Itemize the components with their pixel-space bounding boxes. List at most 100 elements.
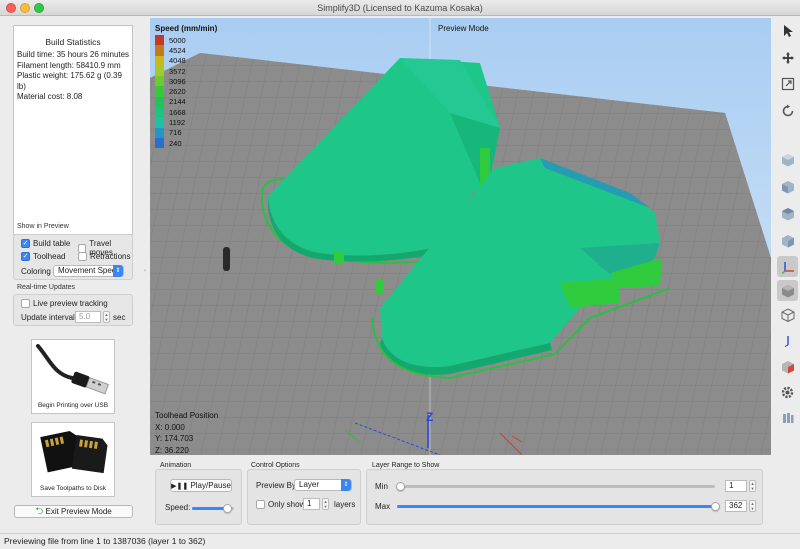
rotate-view-button[interactable]	[777, 100, 798, 121]
usb-cable-icon	[36, 344, 109, 395]
plastic-weight-text: Plastic weight: 175.62 g (0.39 lb)	[17, 71, 122, 91]
cursor-arrow-icon	[783, 24, 793, 37]
only-show-checkbox[interactable]: Only show	[256, 500, 305, 509]
min-layer-stepper[interactable]: ▲ ▼	[749, 480, 756, 492]
build-table-checkbox[interactable]: ✓ Build table	[21, 239, 70, 248]
only-show-layers-stepper[interactable]: ▲ ▼	[322, 498, 329, 510]
top-view-button[interactable]	[777, 203, 798, 224]
panel-splitter-handle[interactable]: ‹	[144, 268, 146, 274]
filament-length-text: Filament length: 58410.9 mm	[17, 60, 121, 70]
back-arrow-icon: ⮌	[35, 506, 44, 517]
legend-entry: 5000	[155, 35, 217, 46]
side-view-button[interactable]	[777, 230, 798, 251]
min-layer-input[interactable]: 1	[725, 480, 747, 492]
axis-view-button[interactable]	[777, 329, 798, 350]
animation-label: Animation	[160, 462, 192, 469]
toolhead-z: Z: 36.220	[155, 445, 189, 455]
legend-swatch	[155, 96, 164, 108]
show-in-preview-group: ✓ Build table Travel moves ✓ Toolhead Re…	[13, 234, 133, 280]
toolhead-y: Y: 174.703	[155, 434, 194, 443]
legend-swatch	[155, 107, 164, 118]
min-label: Min	[375, 482, 388, 491]
legend-value: 3572	[169, 66, 186, 76]
exit-preview-mode-button[interactable]: ⮌ Exit Preview Mode	[14, 505, 133, 518]
select-tool-button[interactable]	[777, 20, 798, 41]
checkbox-box	[78, 252, 87, 261]
left-panel: Build Statistics Build time: 35 hours 26…	[0, 16, 147, 533]
preview-by-value: Layer	[299, 480, 320, 489]
front-view-button[interactable]	[777, 176, 798, 197]
status-bar: Previewing file from line 1 to 1387036 (…	[0, 533, 800, 549]
checkmark-icon: ✓	[21, 252, 30, 261]
legend-value: 2144	[169, 97, 186, 107]
legend-value: 5000	[169, 35, 186, 45]
min-layer-slider-track[interactable]	[397, 485, 715, 488]
update-interval-stepper[interactable]: ▲ ▼	[103, 311, 110, 323]
preview-controls: Animation ▶❚❚ Play/Pause Speed: Control …	[150, 458, 771, 533]
preview-by-select[interactable]: Layer ⇕	[294, 479, 352, 491]
play-pause-button[interactable]: ▶❚❚ Play/Pause	[170, 479, 232, 492]
speed-slider-knob[interactable]	[222, 504, 232, 513]
save-toolpaths-disk-label: Save Toolpaths to Disk	[40, 485, 106, 492]
checkmark-icon: ✓	[21, 239, 30, 248]
legend-entry: 240	[155, 137, 217, 149]
cube-wireframe-icon	[781, 307, 794, 322]
legend-entry: 4524	[155, 45, 217, 56]
legend-entry: 3572	[155, 65, 217, 77]
update-interval-input[interactable]: 5.0	[75, 311, 101, 323]
layer-range-group: Min 1 ▲ ▼ Max 362 ▲ ▼	[366, 469, 763, 525]
cross-section-icon	[781, 360, 794, 373]
cube-top-icon	[781, 207, 794, 220]
legend-value: 4048	[169, 56, 186, 66]
iso-view-button[interactable]	[777, 149, 798, 170]
control-options-label: Control Options	[251, 462, 300, 469]
layers-tool-button[interactable]	[777, 407, 798, 428]
retractions-checkbox[interactable]: Retractions	[78, 252, 130, 261]
gear-icon	[781, 386, 794, 399]
legend-value: 3096	[169, 76, 186, 86]
build-statistics-lines: Build time: 35 hours 26 minutes Filament…	[17, 50, 132, 103]
legend-entry: 1192	[155, 117, 217, 128]
move-tool-button[interactable]	[777, 47, 798, 68]
layers-label: layers	[334, 500, 356, 509]
max-layer-slider-knob[interactable]	[711, 502, 720, 511]
coloring-select[interactable]: Movement Speed ⇕	[53, 265, 124, 277]
cross-section-button[interactable]	[777, 356, 798, 377]
zoom-extents-icon	[781, 77, 794, 90]
zoom-extents-button[interactable]	[777, 73, 798, 94]
only-show-layers-input[interactable]: 1	[303, 498, 320, 510]
legend-swatch	[155, 55, 164, 66]
play-pause-label: Play/Pause	[190, 481, 231, 490]
max-layer-slider-track[interactable]	[397, 505, 715, 508]
legend-entry: 1668	[155, 107, 217, 118]
legend-swatch	[155, 35, 164, 46]
max-layer-input[interactable]: 362	[725, 500, 747, 512]
build-statistics-title: Build Statistics	[45, 37, 101, 47]
min-layer-slider-knob[interactable]	[396, 482, 405, 491]
build-plate-render	[150, 18, 771, 455]
begin-printing-usb-button[interactable]: Begin Printing over USB	[31, 339, 115, 414]
live-preview-tracking-checkbox[interactable]: Live preview tracking	[21, 299, 108, 308]
speed-legend: Speed (mm/min) 5000 4524 4048 3572 3096 2620 2…	[155, 24, 217, 149]
legend-value: 1668	[169, 107, 186, 117]
settings-button[interactable]	[777, 382, 798, 403]
axes-icon	[781, 261, 794, 274]
legend-entry: 2620	[155, 86, 217, 97]
legend-entry: 2144	[155, 96, 217, 108]
wireframe-view-button[interactable]	[777, 304, 798, 325]
solid-view-button[interactable]	[777, 280, 798, 301]
save-toolpaths-disk-button[interactable]: Save Toolpaths to Disk	[31, 422, 115, 497]
max-layer-stepper[interactable]: ▲ ▼	[749, 500, 756, 512]
legend-swatch	[155, 45, 164, 56]
retractions-label: Retractions	[90, 252, 131, 261]
toolhead-checkbox[interactable]: ✓ Toolhead	[21, 252, 65, 261]
build-table-label: Build table	[33, 239, 71, 248]
single-axis-icon	[784, 335, 789, 347]
legend-swatch	[155, 65, 164, 77]
show-axes-button[interactable]	[777, 256, 798, 277]
legend-swatch	[155, 127, 164, 138]
legend-swatch	[155, 76, 164, 87]
cube-solid-icon	[781, 284, 794, 297]
3d-viewport[interactable]: Speed (mm/min) 5000 4524 4048 3572 3096 2620 2…	[150, 18, 771, 455]
material-cost-text: Material cost: 8.08	[17, 92, 83, 101]
